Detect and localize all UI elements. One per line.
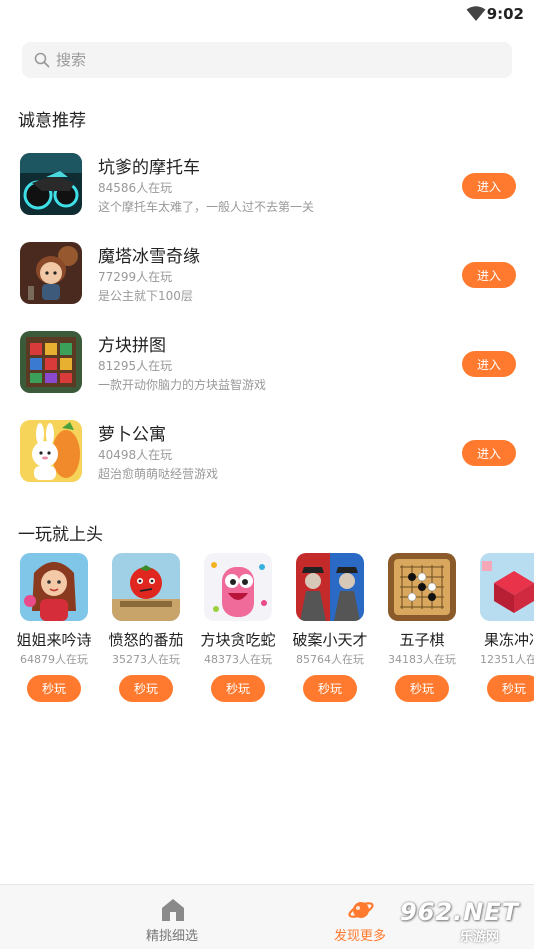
game-description: 一款开动你脑力的方块益智游戏 [98,378,267,392]
bunny-apartment-game-icon[interactable] [20,420,82,482]
princess-game-icon[interactable] [20,242,82,304]
hot-game-card[interactable]: 破案小天才 85764人在玩 秒玩 [284,553,376,703]
player-count: 34183人在玩 [388,653,456,666]
player-count: 81295人在玩 [98,359,173,373]
recommend-item[interactable]: 萝卜公寓 40498人在玩 超治愈萌萌哒经营游戏 进入 [0,420,534,490]
player-count: 48373人在玩 [204,653,272,666]
status-bar: 9:02 [0,0,534,30]
wifi-icon [466,6,486,21]
game-name: 萝卜公寓 [98,425,166,445]
detective-game-icon[interactable] [296,553,364,621]
recommend-item[interactable]: 魔塔冰雪奇缘 77299人在玩 是公主就下100层 进入 [0,242,534,312]
enter-button[interactable]: 进入 [462,173,516,199]
enter-button[interactable]: 进入 [462,351,516,377]
player-count: 12351人在玩 [480,653,534,666]
game-name: 魔塔冰雪奇缘 [98,247,200,267]
jelly-game-icon[interactable] [480,553,534,621]
watermark-text: 962.NET [400,898,520,926]
enter-button[interactable]: 进入 [462,262,516,288]
game-description: 超治愈萌萌哒经营游戏 [98,467,219,481]
player-count: 77299人在玩 [98,270,173,284]
gomoku-game-icon[interactable] [388,553,456,621]
section-title-hot: 一玩就上头 [18,525,103,545]
instant-play-button[interactable]: 秒玩 [303,675,357,702]
tomato-game-icon[interactable] [112,553,180,621]
player-count: 85764人在玩 [296,653,364,666]
instant-play-button[interactable]: 秒玩 [487,675,534,702]
game-name: 破案小天才 [292,631,368,649]
recommend-item[interactable]: 方块拼图 81295人在玩 一款开动你脑力的方块益智游戏 进入 [0,331,534,401]
section-title-recommend: 诚意推荐 [18,111,86,131]
player-count: 40498人在玩 [98,448,173,462]
game-description: 是公主就下100层 [98,289,193,303]
game-name: 坑爹的摩托车 [98,158,200,178]
player-count: 84586人在玩 [98,181,173,195]
planet-icon [348,902,374,918]
game-name: 五子棋 [399,631,445,649]
search-input[interactable] [56,42,496,78]
hot-game-card[interactable]: 愤怒的番茄 35273人在玩 秒玩 [100,553,192,703]
game-name: 方块拼图 [98,336,166,356]
snake-game-icon[interactable] [204,553,272,621]
instant-play-button[interactable]: 秒玩 [395,675,449,702]
nav-label: 精挑细选 [145,929,198,944]
instant-play-button[interactable]: 秒玩 [119,675,173,702]
watermark-subtext: 乐游网 [460,930,500,945]
hot-games-row[interactable]: 姐姐来吟诗 64879人在玩 秒玩 愤怒的番茄 35273人在玩 秒玩 方块贪吃… [0,553,534,703]
game-name: 果冻冲冲 [483,631,534,649]
game-description: 这个摩托车太难了，一般人过不去第一关 [98,200,315,214]
block-puzzle-game-icon[interactable] [20,331,82,393]
nav-item-featured[interactable]: 精挑细选 [102,885,242,949]
hot-game-card[interactable]: 果冻冲冲 12351人在玩 秒玩 [468,553,534,703]
recommend-item[interactable]: 坑爹的摩托车 84586人在玩 这个摩托车太难了，一般人过不去第一关 进入 [0,153,534,223]
game-name: 愤怒的番茄 [108,631,184,649]
girl-game-icon[interactable] [20,553,88,621]
game-name: 姐姐来吟诗 [16,631,92,649]
hot-game-card[interactable]: 方块贪吃蛇 48373人在玩 秒玩 [192,553,284,703]
game-name: 方块贪吃蛇 [200,631,276,649]
search-icon [34,52,50,68]
status-time: 9:02 [486,5,524,23]
instant-play-button[interactable]: 秒玩 [27,675,81,702]
motorcycle-game-icon[interactable] [20,153,82,215]
player-count: 35273人在玩 [112,653,180,666]
home-icon [162,899,184,921]
watermark-logo: 962.NET 乐游网 [396,898,528,945]
enter-button[interactable]: 进入 [462,440,516,466]
hot-game-card[interactable]: 姐姐来吟诗 64879人在玩 秒玩 [8,553,100,703]
hot-game-card[interactable]: 五子棋 34183人在玩 秒玩 [376,553,468,703]
search-bar[interactable] [22,42,512,78]
player-count: 64879人在玩 [20,653,88,666]
instant-play-button[interactable]: 秒玩 [211,675,265,702]
